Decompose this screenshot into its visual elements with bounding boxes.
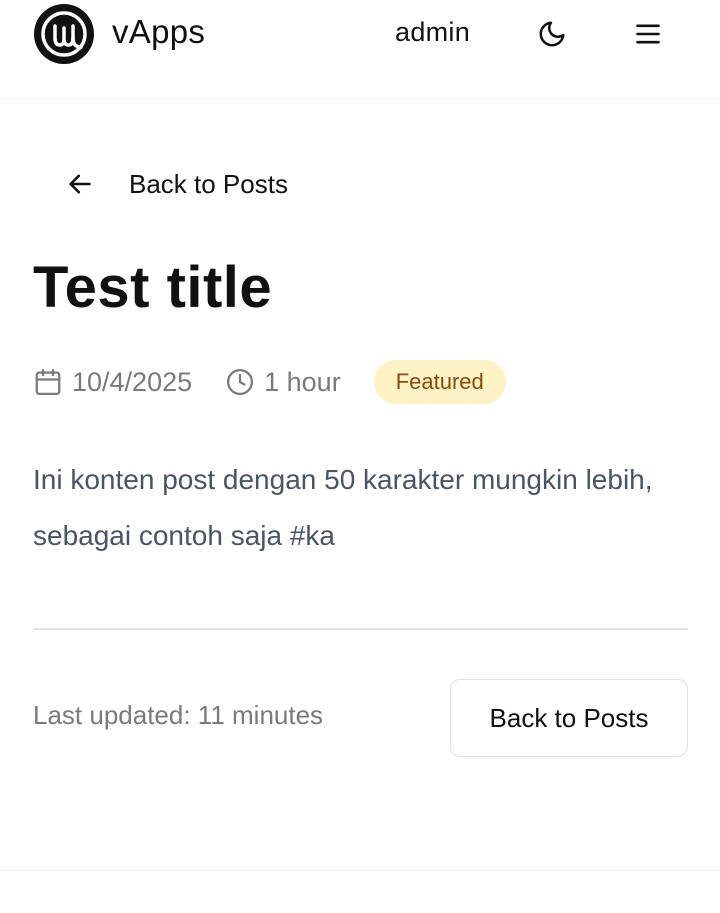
post-duration: 1 hour (225, 367, 341, 398)
post-duration-text: 1 hour (264, 366, 341, 397)
app-header: vApps admin (0, 0, 720, 99)
username[interactable]: admin (395, 17, 470, 48)
logo-at-icon[interactable] (33, 3, 95, 65)
post-date: 10/4/2025 (33, 367, 192, 398)
divider (33, 628, 688, 630)
clock-icon (225, 367, 255, 397)
theme-toggle-button[interactable] (534, 16, 570, 52)
arrow-left-icon (60, 164, 100, 204)
calendar-icon (33, 367, 63, 397)
hamburger-menu-icon (636, 24, 660, 44)
post-meta: 10/4/2025 1 hour Featured (33, 360, 506, 404)
back-to-posts-link[interactable]: Back to Posts (60, 164, 288, 204)
back-to-posts-button[interactable]: Back to Posts (450, 679, 688, 757)
menu-button[interactable] (630, 16, 666, 52)
moon-icon (539, 21, 565, 47)
post-date-text: 10/4/2025 (72, 366, 193, 397)
post-content: Ini konten post dengan 50 karakter mungk… (33, 464, 653, 551)
last-updated-text: Last updated: 11 minutes (33, 700, 324, 730)
back-to-posts-label: Back to Posts (129, 168, 288, 199)
post-title: Test title (33, 255, 273, 320)
footer-divider (0, 870, 720, 871)
app-name[interactable]: vApps (112, 13, 205, 51)
featured-badge: Featured (373, 360, 506, 404)
